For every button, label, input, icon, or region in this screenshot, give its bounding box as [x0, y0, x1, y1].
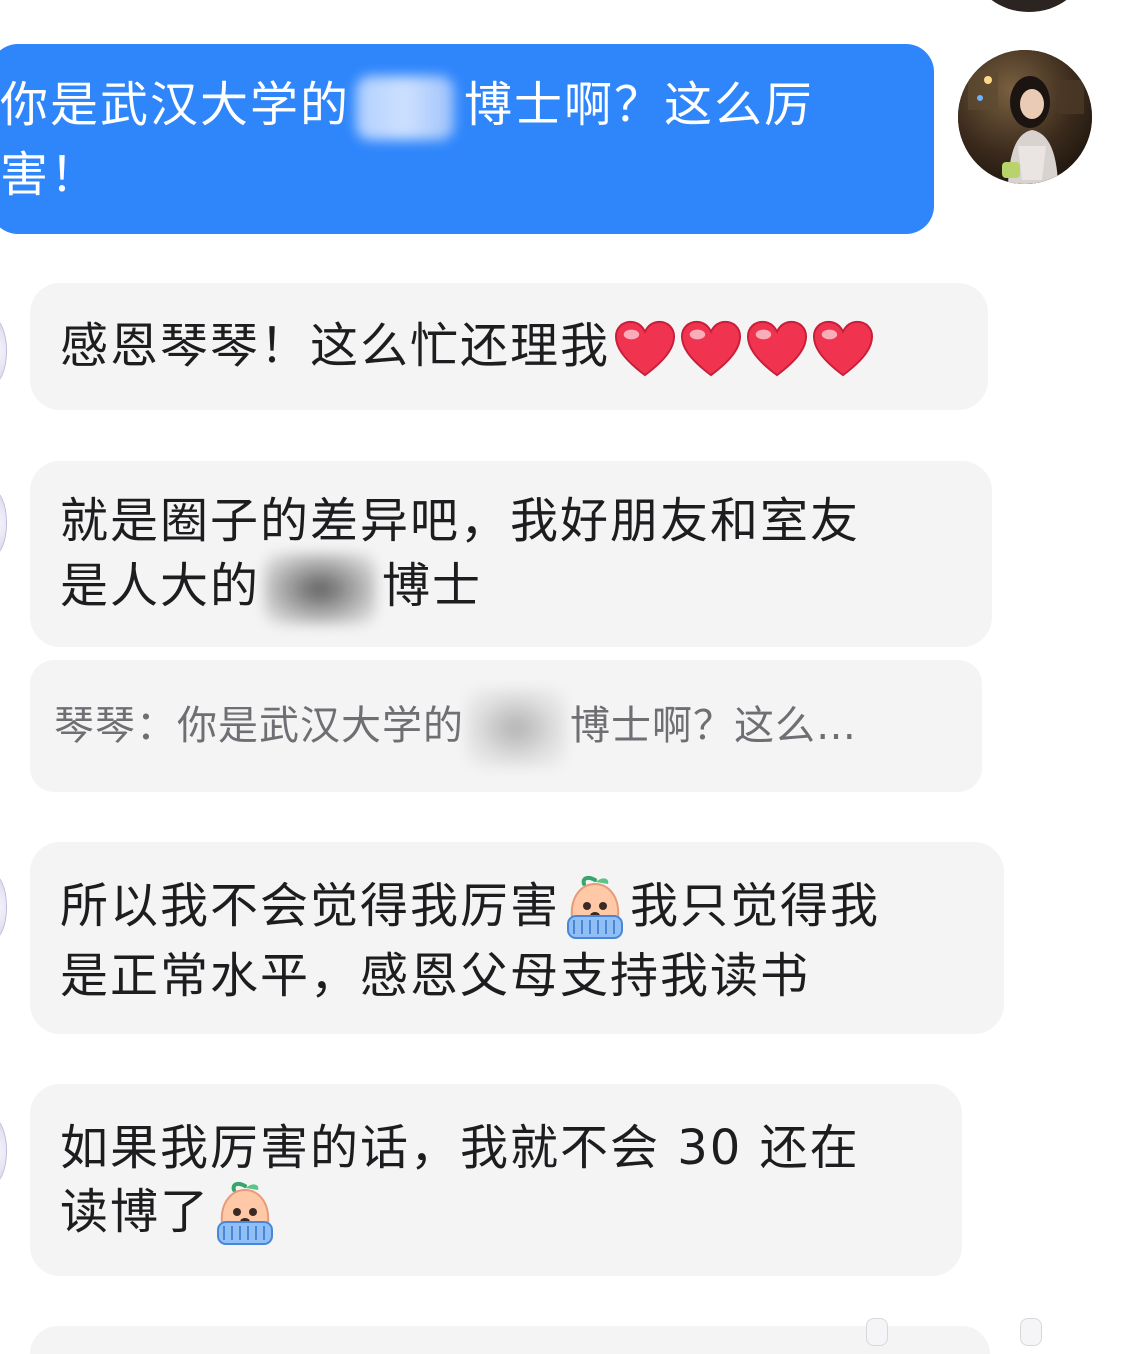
red-heart-icon	[614, 320, 676, 377]
red-heart-icon	[680, 320, 742, 377]
contact-avatar[interactable]	[0, 874, 6, 940]
message-text-line2: 读博了	[60, 1184, 211, 1240]
self-avatar[interactable]	[958, 50, 1092, 184]
message-text-line2: 是正常水平，感恩父母支持我读书	[60, 948, 811, 1004]
quote-author: 琴琴：	[54, 703, 177, 749]
message-text: 感恩琴琴！这么忙还理我	[60, 318, 611, 374]
contact-avatar[interactable]	[0, 318, 6, 384]
outgoing-text-part3: 害！	[0, 147, 101, 203]
outgoing-text-part2: 博士啊？这么厉	[464, 77, 815, 133]
red-heart-icon	[746, 320, 808, 377]
message-text-line2a: 是人大的	[60, 558, 261, 614]
incoming-message-bubble[interactable]: 如果我厉害的话，我就不会 30 还在 读博了	[30, 1084, 962, 1276]
chat-screen: 你是武汉大学的 博士啊？这么厉 害！ 感恩琴琴！这么忙还理我 就是圈子的差异吧，…	[0, 0, 1141, 1354]
message-text-line1a: 所以我不会觉得我厉害	[60, 878, 561, 934]
outgoing-message-bubble[interactable]: 你是武汉大学的 博士啊？这么厉 害！	[0, 44, 934, 234]
message-text-line2b: 博士	[382, 558, 483, 614]
contact-avatar[interactable]	[0, 490, 6, 556]
avatar-partial[interactable]	[974, 0, 1084, 12]
redacted-blur	[466, 689, 566, 767]
avatar-photo-icon	[958, 50, 1092, 184]
crying-peach-emoji-icon	[217, 1181, 274, 1245]
outgoing-text-part1: 你是武汉大学的	[0, 77, 351, 133]
page-indicator-dot	[1020, 1318, 1042, 1346]
quote-text-part2: 博士啊？这么…	[570, 703, 857, 749]
incoming-message-bubble-partial[interactable]	[30, 1326, 990, 1354]
quoted-reply[interactable]: 琴琴：你是武汉大学的 博士啊？这么…	[30, 660, 982, 792]
message-text-line1b: 我只觉得我	[630, 878, 881, 934]
red-heart-icon	[812, 320, 874, 377]
quote-text-part1: 你是武汉大学的	[177, 703, 464, 749]
incoming-message-bubble[interactable]: 就是圈子的差异吧，我好朋友和室友 是人大的 博士	[30, 461, 992, 647]
incoming-message-bubble[interactable]: 感恩琴琴！这么忙还理我	[30, 283, 988, 410]
message-text-line1: 就是圈子的差异吧，我好朋友和室友	[60, 493, 861, 549]
redacted-blur	[264, 553, 377, 625]
redacted-blur	[356, 76, 455, 140]
contact-avatar[interactable]	[0, 1118, 6, 1184]
crying-peach-emoji-icon	[567, 875, 624, 939]
incoming-message-bubble[interactable]: 所以我不会觉得我厉害 我只觉得我 是正常水平，感恩父母支持我读书	[30, 842, 1004, 1034]
message-text-line1: 如果我厉害的话，我就不会 30 还在	[60, 1120, 860, 1176]
page-indicator-dot	[866, 1318, 888, 1346]
